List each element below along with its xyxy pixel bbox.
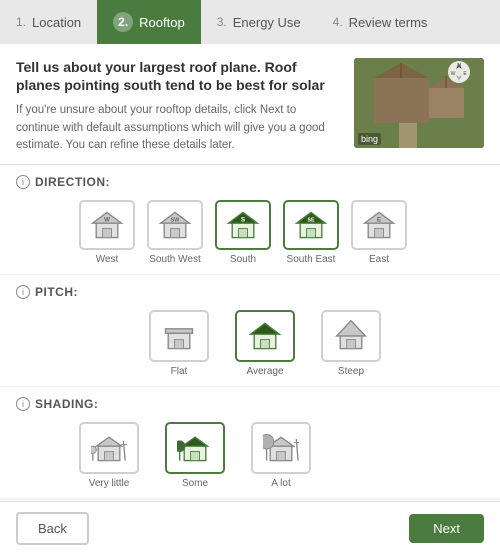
pitch-average[interactable]: Average	[232, 307, 298, 380]
direction-south-box[interactable]: S	[215, 200, 271, 250]
pitch-average-box[interactable]	[235, 310, 295, 362]
direction-southeast-box[interactable]: SE	[283, 200, 339, 250]
shading-very-little-label: Very little	[89, 478, 130, 489]
header-text: Tell us about your largest roof plane. R…	[16, 58, 340, 154]
direction-info-icon[interactable]: i	[16, 175, 30, 189]
shading-some-label: Some	[182, 478, 208, 489]
direction-options: W West SW South West	[76, 197, 484, 268]
direction-section: i DIRECTION: W West	[0, 165, 500, 275]
direction-southeast[interactable]: SE South East	[280, 197, 342, 268]
svg-text:E: E	[377, 217, 381, 224]
step-location[interactable]: 1. Location	[0, 0, 97, 44]
pitch-section: i PITCH: Flat	[0, 275, 500, 387]
shading-a-lot[interactable]: A lot	[248, 419, 314, 492]
direction-southwest-label: South West	[149, 254, 201, 265]
shading-very-little-box[interactable]	[79, 422, 139, 474]
direction-south-label: South	[230, 254, 256, 265]
bottom-bar: Back Next	[0, 501, 500, 555]
direction-west[interactable]: W West	[76, 197, 138, 268]
step-label-energy: Energy Use	[233, 15, 301, 30]
pitch-title: PITCH:	[35, 285, 78, 299]
header-title: Tell us about your largest roof plane. R…	[16, 58, 340, 94]
direction-southwest[interactable]: SW South West	[144, 197, 206, 268]
direction-southwest-box[interactable]: SW	[147, 200, 203, 250]
shading-title: SHADING:	[35, 397, 98, 411]
direction-east[interactable]: E East	[348, 197, 410, 268]
svg-text:W: W	[104, 217, 110, 224]
pitch-header: i PITCH:	[16, 285, 484, 299]
shading-a-lot-box[interactable]	[251, 422, 311, 474]
step-num-4: 4.	[333, 15, 343, 29]
pitch-flat-box[interactable]	[149, 310, 209, 362]
direction-east-box[interactable]: E	[351, 200, 407, 250]
shading-info-icon[interactable]: i	[16, 397, 30, 411]
direction-west-box[interactable]: W	[79, 200, 135, 250]
step-label-review: Review terms	[349, 15, 428, 30]
roof-background: E W N bing	[354, 58, 484, 148]
step-label-location: Location	[32, 15, 81, 30]
direction-title: DIRECTION:	[35, 175, 110, 189]
step-num-1: 1.	[16, 15, 26, 29]
direction-west-label: West	[96, 254, 119, 265]
pitch-info-icon[interactable]: i	[16, 285, 30, 299]
step-num-3: 3.	[217, 15, 227, 29]
step-energy[interactable]: 3. Energy Use	[201, 0, 317, 44]
step-review[interactable]: 4. Review terms	[317, 0, 444, 44]
header-description: If you're unsure about your rooftop deta…	[16, 102, 340, 154]
shading-section: i SHADING: Very little	[0, 387, 500, 499]
shading-a-lot-label: A lot	[271, 478, 290, 489]
svg-text:SW: SW	[171, 218, 181, 224]
shading-very-little[interactable]: Very little	[76, 419, 142, 492]
direction-southeast-label: South East	[287, 254, 336, 265]
pitch-average-label: Average	[246, 366, 283, 377]
stepper: 1. Location 2. Rooftop 3. Energy Use 4. …	[0, 0, 500, 44]
shading-some-box[interactable]	[165, 422, 225, 474]
pitch-flat-label: Flat	[171, 366, 188, 377]
pitch-steep-box[interactable]	[321, 310, 381, 362]
svg-text:S: S	[241, 217, 245, 224]
shading-some[interactable]: Some	[162, 419, 228, 492]
header-section: Tell us about your largest roof plane. R…	[0, 44, 500, 165]
back-button[interactable]: Back	[16, 512, 89, 545]
step-rooftop[interactable]: 2. Rooftop	[97, 0, 201, 44]
shading-options: Very little Some	[76, 419, 484, 492]
svg-text:SE: SE	[307, 218, 315, 224]
direction-south[interactable]: S South	[212, 197, 274, 268]
bing-label: bing	[358, 133, 381, 145]
satellite-image: E W N bing	[354, 58, 484, 148]
direction-east-label: East	[369, 254, 389, 265]
pitch-steep[interactable]: Steep	[318, 307, 384, 380]
pitch-options: Flat Average Stee	[146, 307, 484, 380]
pitch-steep-label: Steep	[338, 366, 364, 377]
direction-header: i DIRECTION:	[16, 175, 484, 189]
step-num-2: 2.	[113, 12, 133, 32]
next-button[interactable]: Next	[409, 514, 484, 543]
step-label-rooftop: Rooftop	[139, 15, 185, 30]
pitch-flat[interactable]: Flat	[146, 307, 212, 380]
shading-header: i SHADING:	[16, 397, 484, 411]
